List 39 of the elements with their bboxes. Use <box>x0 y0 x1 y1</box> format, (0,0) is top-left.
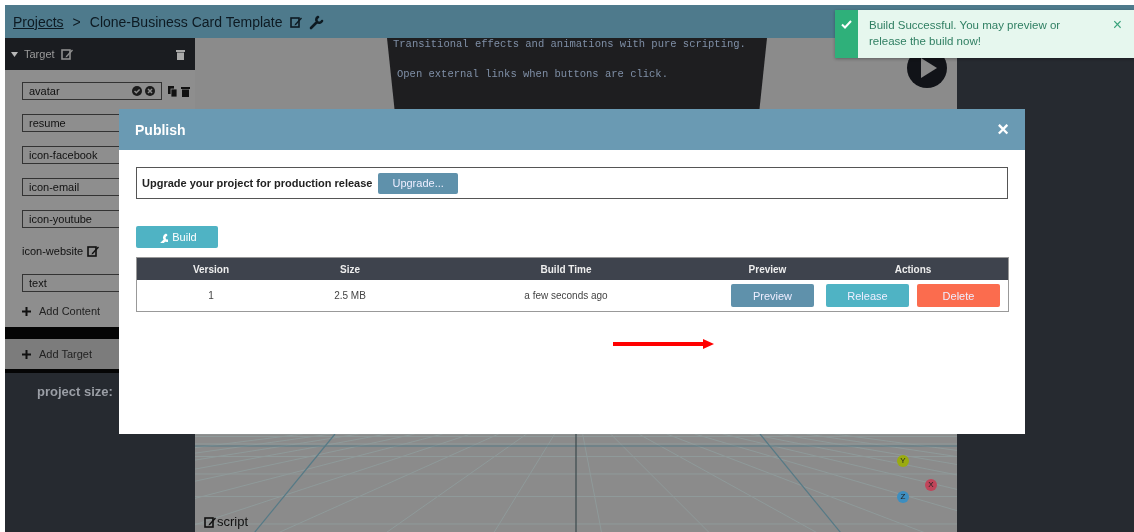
project-size-label: project size: <box>37 384 113 399</box>
delete-button[interactable]: Delete <box>917 284 1000 307</box>
check-icon <box>841 20 852 29</box>
edit-icon <box>87 245 100 257</box>
confirm-icon <box>132 86 142 96</box>
breadcrumb-separator: > <box>72 13 81 30</box>
upgrade-button[interactable]: Upgrade... <box>378 172 458 194</box>
edit-icon <box>60 48 73 60</box>
plus-icon <box>22 349 31 359</box>
close-button[interactable]: × <box>1100 15 1134 35</box>
column-header: Actions <box>818 257 1009 280</box>
script-label: script <box>217 514 249 529</box>
toast-message: Build Successful. You may preview or release the build now! <box>868 18 1062 49</box>
trash-icon <box>181 85 190 97</box>
column-header: Build Time <box>415 257 717 280</box>
axis-label[interactable]: Z <box>897 491 909 503</box>
column-header: Size <box>285 257 415 280</box>
project-title: Clone-Business Card Template <box>89 13 283 30</box>
axis-label[interactable]: X <box>925 479 937 491</box>
breadcrumb-link[interactable]: Projects <box>13 13 64 30</box>
close-button[interactable]: × <box>997 118 1009 141</box>
name-field[interactable]: avatar <box>22 82 162 100</box>
trash-icon <box>176 48 185 60</box>
table-cell: a few seconds ago <box>415 280 717 312</box>
release-button[interactable]: Release <box>826 284 909 307</box>
cancel-icon <box>145 86 155 96</box>
column-header: Preview <box>717 257 818 280</box>
copy-icon <box>168 85 177 97</box>
preview-button[interactable]: Preview <box>731 284 814 307</box>
plus-icon <box>22 306 31 316</box>
edit-icon <box>204 515 216 528</box>
code-text: Open external links when buttons are click. <box>397 68 669 80</box>
axis-label[interactable]: Y <box>897 455 909 467</box>
code-text: Transitional effects and animations with pure scripting. <box>393 38 747 50</box>
edit-icon[interactable] <box>289 15 302 28</box>
build-button[interactable]: Build <box>136 226 218 248</box>
table-cell: 2.5 MB <box>285 280 415 312</box>
content-label: icon-website <box>22 245 84 257</box>
target-label: Target <box>24 48 55 60</box>
